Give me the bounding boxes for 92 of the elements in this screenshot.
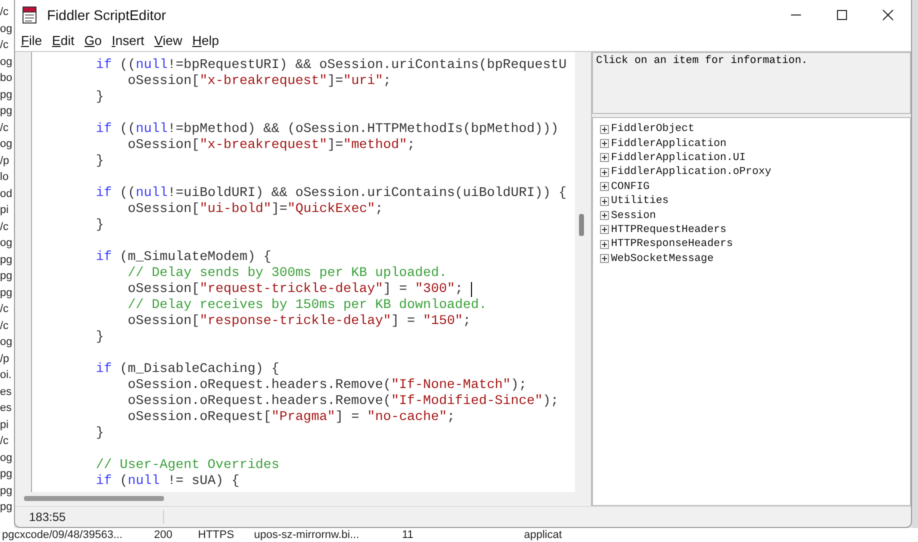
code-line: // User-Agent Overrides xyxy=(94,457,280,473)
code-line: oSession["x-breakrequest"]="uri"; xyxy=(126,73,392,89)
session-list-text: /c xyxy=(0,318,10,334)
session-list-text: og xyxy=(0,450,14,466)
close-icon xyxy=(882,9,894,21)
session-list-text: pg xyxy=(0,88,14,102)
session-list-text: pg xyxy=(0,500,14,515)
tree-node[interactable]: HTTPResponseHeaders xyxy=(600,237,903,252)
session-list-text: og xyxy=(0,137,14,152)
code-line: } xyxy=(94,89,104,105)
session-list-text: pg xyxy=(0,286,14,300)
session-list-text: og xyxy=(0,335,14,350)
tree-node[interactable]: FiddlerApplication.oProxy xyxy=(600,165,903,180)
session-list-text: /c xyxy=(0,302,10,317)
code-line: } xyxy=(94,425,104,441)
expand-icon[interactable] xyxy=(600,168,609,177)
session-list-text: pi xyxy=(0,203,10,218)
session-list-text: od xyxy=(0,186,14,202)
code-line: if (m_DisableCaching) { xyxy=(94,361,280,377)
expand-icon[interactable] xyxy=(600,182,609,192)
expand-icon[interactable] xyxy=(600,211,609,220)
session-list-text: /p xyxy=(0,352,10,366)
session-row-cell-text: HTTPS xyxy=(198,529,236,541)
code-editor[interactable] xyxy=(32,52,575,492)
session-list-text: og xyxy=(0,236,14,251)
expand-icon[interactable] xyxy=(600,196,609,206)
expand-icon[interactable] xyxy=(600,240,609,249)
code-line: oSession["x-breakrequest"]="method"; xyxy=(126,137,416,153)
menu-item[interactable]: File xyxy=(16,33,47,48)
session-list-text: /c xyxy=(0,5,10,20)
maximize-icon xyxy=(836,9,848,21)
session-list-text: bo xyxy=(0,71,14,86)
session-row-cell: applicat xyxy=(524,529,562,541)
session-list-text: pg xyxy=(0,269,14,284)
session-list-text: oi. xyxy=(0,368,13,383)
code-line: if (m_SimulateModem) { xyxy=(94,249,272,265)
menu-item[interactable]: View xyxy=(149,33,188,48)
session-list-text: /c xyxy=(0,220,10,234)
info-text: Click on an item for information. xyxy=(596,55,808,67)
session-list-text: pg xyxy=(0,104,14,119)
tree-node[interactable]: WebSocketMessage xyxy=(600,252,903,266)
session-list-text: pg xyxy=(0,484,14,498)
code-line: if ((null!=bpMethod) && (oSession.HTTPMethodIs(bpMethod))) xyxy=(94,121,559,137)
cursor-position: 183:55 xyxy=(15,510,164,524)
expand-icon[interactable] xyxy=(600,254,609,264)
menu-item[interactable]: Go xyxy=(79,33,107,48)
session-list-text: pg xyxy=(0,467,14,482)
tree-node[interactable]: FiddlerApplication xyxy=(600,136,903,151)
code-line: oSession["ui-bold"]="QuickExec"; xyxy=(126,201,384,217)
tree-node[interactable]: Session xyxy=(600,208,903,223)
code-line: oSession.oRequest.headers.Remove("If-Modified-Since"); xyxy=(126,393,559,409)
session-list-text: /c xyxy=(0,434,10,449)
notepad-icon xyxy=(21,6,39,24)
expand-icon[interactable] xyxy=(600,153,609,162)
code-line: } xyxy=(94,153,104,169)
menu-item[interactable]: Edit xyxy=(46,33,80,48)
session-row-cell-text: pgcxcode/09/48/39563... xyxy=(2,529,124,541)
code-line: oSession.oRequest["Pragma"] = "no-cache"; xyxy=(126,409,455,425)
session-list-text: og xyxy=(0,22,14,36)
tree-node[interactable]: FiddlerObject xyxy=(600,122,903,136)
tree-node[interactable]: CONFIG xyxy=(600,180,903,194)
window-title: Fiddler ScriptEditor xyxy=(47,7,166,23)
code-line: oSession.oRequest.headers.Remove("If-None-Match"); xyxy=(126,377,527,393)
menu-item[interactable]: Insert xyxy=(106,33,150,48)
session-list-text: /p xyxy=(0,154,10,168)
code-line: oSession["response-trickle-delay"] = "150"; xyxy=(126,313,471,329)
code-line: if (null != sUA) { xyxy=(94,473,240,489)
tree-node[interactable]: Utilities xyxy=(600,194,903,208)
session-list-text: og xyxy=(0,54,14,70)
expand-icon[interactable] xyxy=(600,124,609,134)
code-line: } xyxy=(94,329,104,345)
session-list-text: es xyxy=(0,384,13,400)
tree-node[interactable]: HTTPRequestHeaders xyxy=(600,222,903,238)
tree-node[interactable]: FiddlerApplication.UI xyxy=(600,150,903,166)
session-row-cell-text: 11 xyxy=(402,529,414,541)
expand-icon[interactable] xyxy=(600,139,609,148)
session-list-text: pg xyxy=(0,252,14,268)
code-line: // Delay receives by 150ms per KB downloaded. xyxy=(126,297,487,313)
menu-item[interactable]: Help xyxy=(187,33,224,48)
code-line: if ((null!=uiBoldURI) && oSession.uriContains(uiBoldURI)) { xyxy=(94,185,567,201)
session-list-text: /c xyxy=(0,120,10,136)
session-list-text: pi xyxy=(0,418,10,432)
session-list-text: /c xyxy=(0,38,10,53)
session-row-cell-text: upos-sz-mirrornw.bi... xyxy=(254,529,360,541)
session-list-text: es xyxy=(0,401,13,416)
session-row-cell-text: 200 xyxy=(154,529,174,541)
code-line: oSession["request-trickle-delay"] = "300"; xyxy=(126,281,463,297)
session-list-text: lo xyxy=(0,170,10,185)
code-line: } xyxy=(94,217,104,233)
code-line: if ((null!=bpRequestURI) && oSession.uriContains(bpRequestU xyxy=(94,57,567,73)
expand-icon[interactable] xyxy=(600,225,609,234)
code-line: // Delay sends by 300ms per KB uploaded. xyxy=(126,265,447,281)
